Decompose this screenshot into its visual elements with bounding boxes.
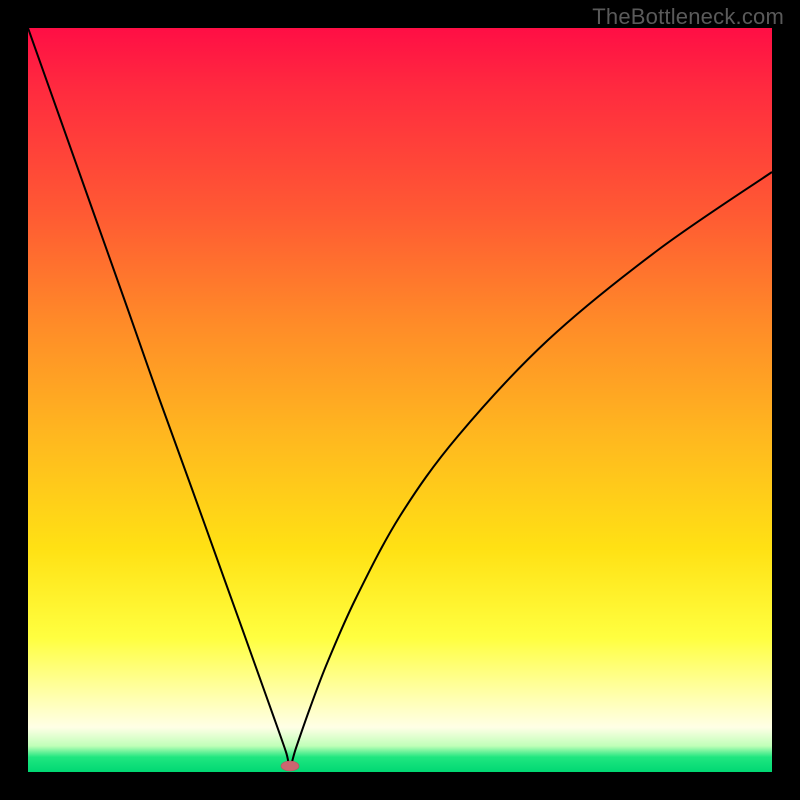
vertex-marker (281, 761, 299, 771)
watermark-text: TheBottleneck.com (592, 4, 784, 30)
plot-area (28, 28, 772, 772)
chart-frame: TheBottleneck.com (0, 0, 800, 800)
bottleneck-curve (28, 28, 772, 766)
curve-layer (28, 28, 772, 772)
